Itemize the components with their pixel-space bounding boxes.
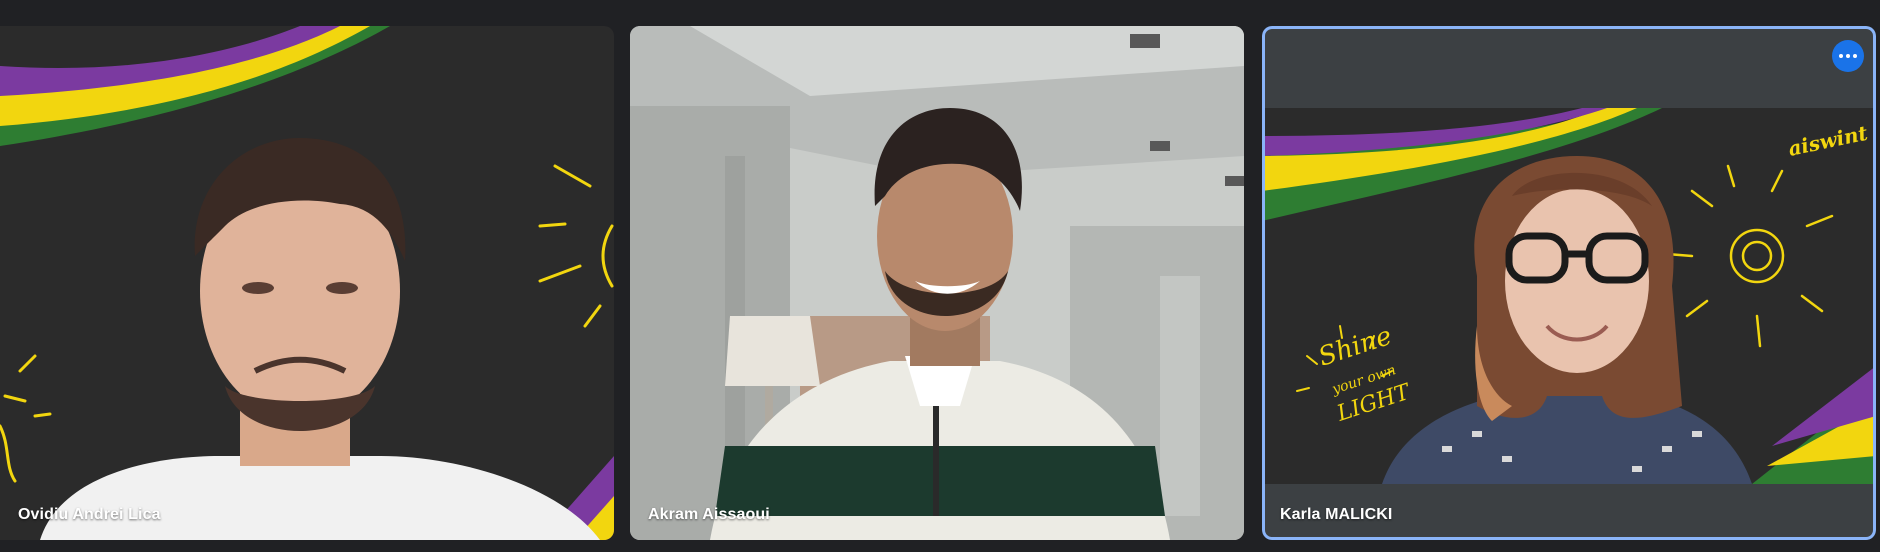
participant-tile[interactable]: Shine your own LIGHT aiswint Karla MALIC… [1262,26,1876,540]
participant-name: Ovidiu Andrei Lica [18,506,161,523]
participant-tile[interactable]: Ovidiu Andrei Lica [0,26,614,540]
participant-video: Shine your own LIGHT aiswint [1262,26,1876,540]
participant-name: Karla MALICKI [1280,506,1393,523]
more-horizontal-icon [1839,54,1843,58]
participant-tile[interactable]: Akram Aissaoui [630,26,1244,540]
participant-video [0,26,614,540]
participant-video [630,26,1244,540]
more-options-button[interactable] [1832,40,1864,72]
video-grid: Ovidiu Andrei Lica Akram Aissaoui Shine … [0,0,1880,552]
participant-name: Akram Aissaoui [648,506,770,523]
